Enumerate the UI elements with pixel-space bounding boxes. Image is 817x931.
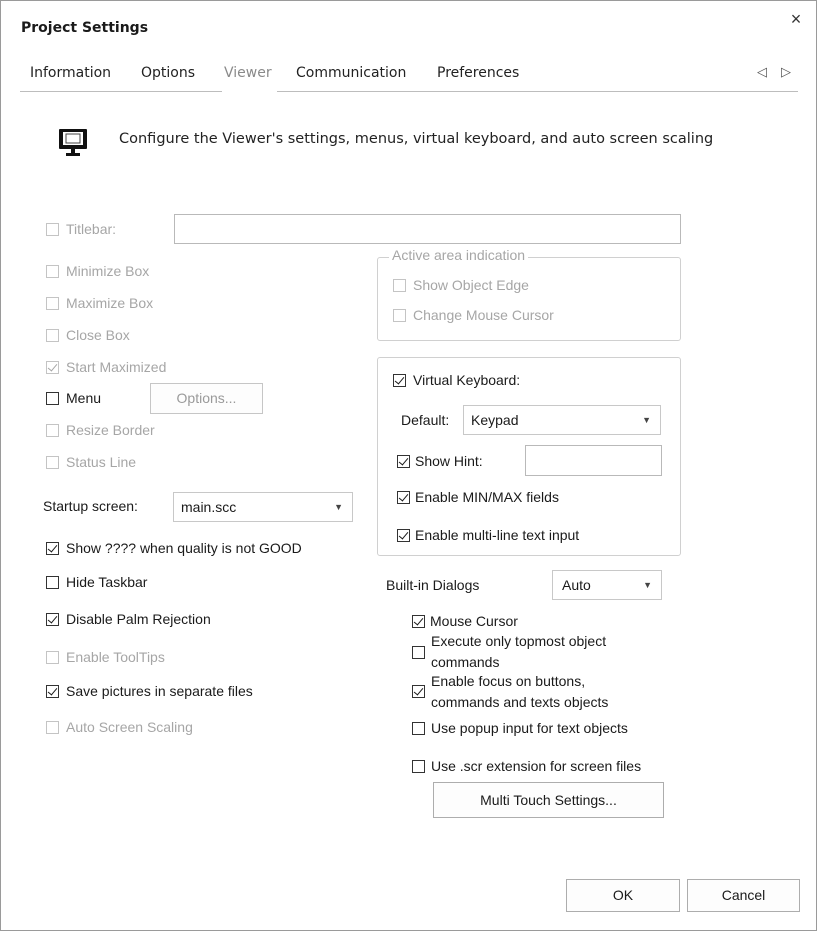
- minimize-box-checkbox[interactable]: [46, 265, 59, 278]
- auto-scaling-checkbox[interactable]: [46, 721, 59, 734]
- scr-extension-checkbox[interactable]: [412, 760, 425, 773]
- maximize-box-checkbox[interactable]: [46, 297, 59, 310]
- enable-focus-label-line1: Enable focus on buttons,: [431, 673, 586, 689]
- disable-palm-checkbox[interactable]: [46, 613, 59, 626]
- save-pictures-checkbox[interactable]: [46, 685, 59, 698]
- menu-options-button[interactable]: Options...: [150, 383, 263, 414]
- hide-taskbar-checkbox[interactable]: [46, 576, 59, 589]
- status-line-label: Status Line: [66, 454, 137, 470]
- builtin-dialogs-value: Auto: [562, 577, 591, 593]
- tab-communication[interactable]: Communication: [296, 65, 406, 81]
- topmost-commands-label-line1: Execute only topmost object: [431, 633, 607, 649]
- menu-label: Menu: [66, 390, 102, 406]
- builtin-dialogs-select[interactable]: Auto ▼: [552, 570, 662, 600]
- maximize-box-label: Maximize Box: [66, 295, 154, 311]
- titlebar-input[interactable]: [174, 214, 681, 244]
- builtin-dialogs-label: Built-in Dialogs: [386, 577, 480, 593]
- status-line-checkbox[interactable]: [46, 456, 59, 469]
- cancel-button[interactable]: Cancel: [687, 879, 800, 912]
- show-quality-checkbox[interactable]: [46, 542, 59, 555]
- active-area-group: [377, 257, 681, 341]
- show-object-edge-label: Show Object Edge: [413, 277, 529, 293]
- change-mouse-cursor-label: Change Mouse Cursor: [413, 307, 554, 323]
- enable-multiline-checkbox[interactable]: [397, 529, 410, 542]
- start-maximized-checkbox[interactable]: [46, 361, 59, 374]
- minimize-box-label: Minimize Box: [66, 263, 150, 279]
- active-area-legend: Active area indication: [389, 247, 529, 263]
- tab-options[interactable]: Options: [141, 65, 195, 81]
- close-icon[interactable]: ×: [785, 8, 807, 30]
- show-hint-checkbox[interactable]: [397, 455, 410, 468]
- popup-input-label: Use popup input for text objects: [431, 720, 628, 736]
- enable-focus-label-line2: commands and texts objects: [431, 694, 609, 710]
- menu-checkbox[interactable]: [46, 392, 59, 405]
- virtual-keyboard-label: Virtual Keyboard:: [413, 372, 521, 388]
- chevron-down-icon: ▼: [642, 415, 651, 425]
- enable-multiline-label: Enable multi-line text input: [415, 527, 580, 543]
- chevron-down-icon: ▼: [643, 580, 652, 590]
- change-mouse-cursor-checkbox[interactable]: [393, 309, 406, 322]
- keyboard-default-label: Default:: [401, 412, 450, 428]
- enable-minmax-checkbox[interactable]: [397, 491, 410, 504]
- resize-border-label: Resize Border: [66, 422, 155, 438]
- disable-palm-label: Disable Palm Rejection: [66, 611, 211, 627]
- enable-tooltips-checkbox[interactable]: [46, 651, 59, 664]
- keyboard-default-select[interactable]: Keypad ▼: [463, 405, 661, 435]
- startup-screen-label: Startup screen:: [43, 498, 138, 514]
- topmost-commands-label-line2: commands: [431, 654, 500, 670]
- ok-button[interactable]: OK: [566, 879, 680, 912]
- show-quality-label: Show ???? when quality is not GOOD: [66, 540, 302, 556]
- startup-screen-select[interactable]: main.scc ▼: [173, 492, 353, 522]
- scr-extension-label: Use .scr extension for screen files: [431, 758, 642, 774]
- popup-input-checkbox[interactable]: [412, 722, 425, 735]
- window-title: Project Settings: [21, 20, 149, 36]
- tab-underline: [20, 91, 798, 92]
- show-hint-label: Show Hint:: [415, 453, 483, 469]
- auto-scaling-label: Auto Screen Scaling: [66, 719, 193, 735]
- resize-border-checkbox[interactable]: [46, 424, 59, 437]
- enable-focus-checkbox[interactable]: [412, 685, 425, 698]
- mouse-cursor-checkbox[interactable]: [412, 615, 425, 628]
- hide-taskbar-label: Hide Taskbar: [66, 574, 148, 590]
- save-pictures-label: Save pictures in separate files: [66, 683, 253, 699]
- chevron-down-icon: ▼: [334, 502, 343, 512]
- tab-viewer[interactable]: Viewer: [224, 65, 272, 81]
- enable-tooltips-label: Enable ToolTips: [66, 649, 165, 665]
- show-hint-input[interactable]: [525, 445, 662, 476]
- mouse-cursor-label: Mouse Cursor: [430, 613, 518, 629]
- close-box-label: Close Box: [66, 327, 130, 343]
- monitor-icon: [58, 128, 88, 158]
- tab-scroll-left-icon[interactable]: ◁: [757, 64, 767, 80]
- startup-screen-value: main.scc: [181, 499, 237, 515]
- close-box-checkbox[interactable]: [46, 329, 59, 342]
- topmost-commands-checkbox[interactable]: [412, 646, 425, 659]
- virtual-keyboard-checkbox[interactable]: [393, 374, 406, 387]
- tab-scroll-right-icon[interactable]: ▷: [781, 64, 791, 80]
- header-description: Configure the Viewer's settings, menus, …: [119, 131, 714, 147]
- start-maximized-label: Start Maximized: [66, 359, 167, 375]
- enable-minmax-label: Enable MIN/MAX fields: [415, 489, 559, 505]
- titlebar-checkbox[interactable]: [46, 223, 59, 236]
- keyboard-default-value: Keypad: [471, 412, 519, 428]
- show-object-edge-checkbox[interactable]: [393, 279, 406, 292]
- tab-preferences[interactable]: Preferences: [437, 65, 519, 81]
- tab-information[interactable]: Information: [30, 65, 111, 81]
- active-tab-gap: [222, 90, 277, 93]
- titlebar-label: Titlebar:: [66, 221, 117, 237]
- multi-touch-settings-button[interactable]: Multi Touch Settings...: [433, 782, 664, 818]
